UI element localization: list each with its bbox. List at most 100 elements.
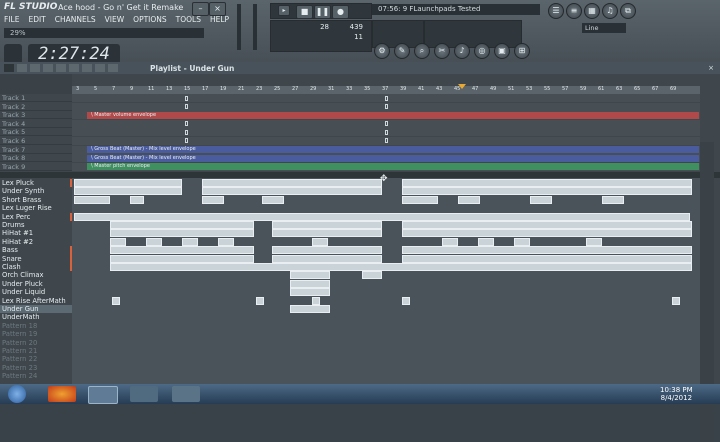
pattern-row[interactable]: Under Pluck	[0, 280, 72, 288]
pattern-row[interactable]: Under Synth	[0, 187, 72, 195]
menu-view[interactable]: VIEW	[105, 15, 125, 26]
timeline-ruler[interactable]: 3 5 7 9 11 13 15 17 19 21 23 25 27 29 31…	[72, 84, 700, 94]
select-icon[interactable]	[82, 64, 92, 72]
pattern-clip[interactable]	[110, 237, 126, 246]
start-button[interactable]	[8, 385, 26, 403]
pattern-row[interactable]: Lex Pluck	[0, 179, 72, 187]
pattern-clip[interactable]	[290, 279, 330, 288]
pattern-clip[interactable]	[182, 237, 198, 246]
pattern-row[interactable]: Pattern 22	[0, 355, 72, 363]
pattern-row[interactable]: Bass	[0, 246, 72, 254]
pattern-clip[interactable]	[110, 246, 254, 255]
pattern-clip[interactable]	[74, 187, 182, 196]
tool-icon-3[interactable]: ⌕	[414, 43, 430, 59]
pattern-clip[interactable]	[602, 195, 624, 204]
pattern-clip[interactable]	[290, 305, 330, 313]
pattern-clip[interactable]	[74, 212, 690, 221]
pattern-row[interactable]: Under Liquid	[0, 288, 72, 296]
pattern-clip[interactable]	[110, 254, 254, 263]
master-volume-slider[interactable]	[237, 4, 241, 50]
stepseq-icon[interactable]: ▦	[584, 3, 600, 19]
pattern-row[interactable]: UnderMath	[0, 313, 72, 321]
pattern-row-selected[interactable]: Under Gun	[0, 305, 72, 314]
menu-icon[interactable]	[4, 64, 14, 72]
track-row[interactable]: Track 6	[0, 137, 700, 145]
pattern-clip[interactable]	[146, 237, 162, 246]
pattern-clip[interactable]	[530, 195, 552, 204]
master-volume-envelope[interactable]: \ Master volume envelope	[87, 112, 699, 119]
clip-marker[interactable]	[185, 96, 188, 101]
pattern-clip[interactable]	[110, 229, 254, 238]
menu-file[interactable]: FILE	[4, 15, 19, 26]
pattern-clip[interactable]	[110, 263, 692, 271]
pattern-clip[interactable]	[272, 221, 382, 229]
pattern-clip[interactable]	[402, 195, 438, 204]
stop-button[interactable]: ■	[296, 5, 313, 19]
pattern-clip[interactable]	[312, 237, 328, 246]
pattern-clip[interactable]	[672, 296, 680, 305]
pattern-clip[interactable]	[362, 271, 382, 280]
clip-marker[interactable]	[185, 138, 188, 143]
clip-marker[interactable]	[385, 138, 388, 143]
clip-marker[interactable]	[185, 130, 188, 135]
gross-beat-envelope-2[interactable]: \ Gross Beat (Master) - Mix level envelo…	[87, 155, 699, 162]
mute-icon[interactable]	[56, 64, 66, 72]
pattern-clip[interactable]	[272, 246, 382, 255]
time-mode-toggle[interactable]	[4, 44, 22, 64]
pattern-row[interactable]: Orch Climax	[0, 271, 72, 279]
gross-beat-envelope-1[interactable]: \ Gross Beat (Master) - Mix level envelo…	[87, 146, 699, 153]
pattern-grid[interactable]: ✥	[72, 174, 700, 388]
pattern-clip[interactable]	[312, 296, 320, 305]
snap-select[interactable]: Line	[582, 23, 626, 33]
menu-help[interactable]: HELP	[210, 15, 229, 26]
pattern-clip[interactable]	[112, 296, 120, 305]
playhead-marker[interactable]	[458, 84, 466, 89]
track-row[interactable]: Track 4	[0, 119, 700, 128]
pattern-clip[interactable]	[202, 187, 382, 196]
app-taskbar-icon[interactable]	[130, 386, 158, 402]
pattern-clip[interactable]	[402, 179, 692, 187]
pattern-row[interactable]: Clash	[0, 263, 72, 271]
pattern-row[interactable]: Pattern 23	[0, 364, 72, 372]
pattern-clip[interactable]	[272, 254, 382, 263]
pattern-row[interactable]: HiHat #2	[0, 238, 72, 246]
record-button[interactable]: ●	[332, 5, 349, 19]
pattern-clip[interactable]	[202, 195, 224, 204]
pattern-clip[interactable]	[256, 296, 264, 305]
clip-marker[interactable]	[385, 96, 388, 101]
pattern-clip[interactable]	[514, 237, 530, 246]
tool-icon-7[interactable]: ▣	[494, 43, 510, 59]
pattern-clip[interactable]	[74, 179, 182, 187]
pattern-clip[interactable]	[442, 237, 458, 246]
playlist-close-icon[interactable]: ×	[708, 64, 714, 72]
track-row[interactable]: Track 1	[0, 94, 700, 102]
pattern-row[interactable]: Pattern 21	[0, 347, 72, 355]
pattern-row[interactable]: Pattern 19	[0, 330, 72, 338]
pattern-mode-button[interactable]: ▸	[278, 5, 290, 16]
clip-marker[interactable]	[385, 104, 388, 109]
pattern-clip[interactable]	[402, 246, 692, 255]
clip-marker[interactable]	[385, 130, 388, 135]
pattern-clip[interactable]	[74, 195, 110, 204]
pattern-clip[interactable]	[478, 237, 494, 246]
pattern-clip[interactable]	[458, 195, 480, 204]
pattern-row[interactable]: Lex Perc	[0, 213, 72, 221]
pattern-clip[interactable]	[272, 229, 382, 238]
pattern-clip[interactable]	[402, 296, 410, 305]
mixer-icon[interactable]: ⧉	[620, 3, 636, 19]
fl-studio-taskbar-icon[interactable]	[88, 386, 118, 404]
master-pitch-slider[interactable]	[253, 4, 257, 50]
pattern-clip[interactable]	[218, 237, 234, 246]
pattern-clip[interactable]	[586, 237, 602, 246]
app-taskbar-icon[interactable]	[172, 386, 200, 402]
clip-marker[interactable]	[185, 121, 188, 126]
tool-icon-6[interactable]: ◎	[474, 43, 490, 59]
slice-icon[interactable]	[69, 64, 79, 72]
system-clock[interactable]: 10:38 PM 8/4/2012	[660, 386, 693, 402]
firefox-icon[interactable]	[48, 386, 76, 402]
pencil-icon[interactable]	[17, 64, 27, 72]
menu-channels[interactable]: CHANNELS	[55, 15, 96, 26]
pattern-clip[interactable]	[110, 221, 254, 229]
clip-marker[interactable]	[185, 104, 188, 109]
pattern-row[interactable]: Snare	[0, 255, 72, 263]
